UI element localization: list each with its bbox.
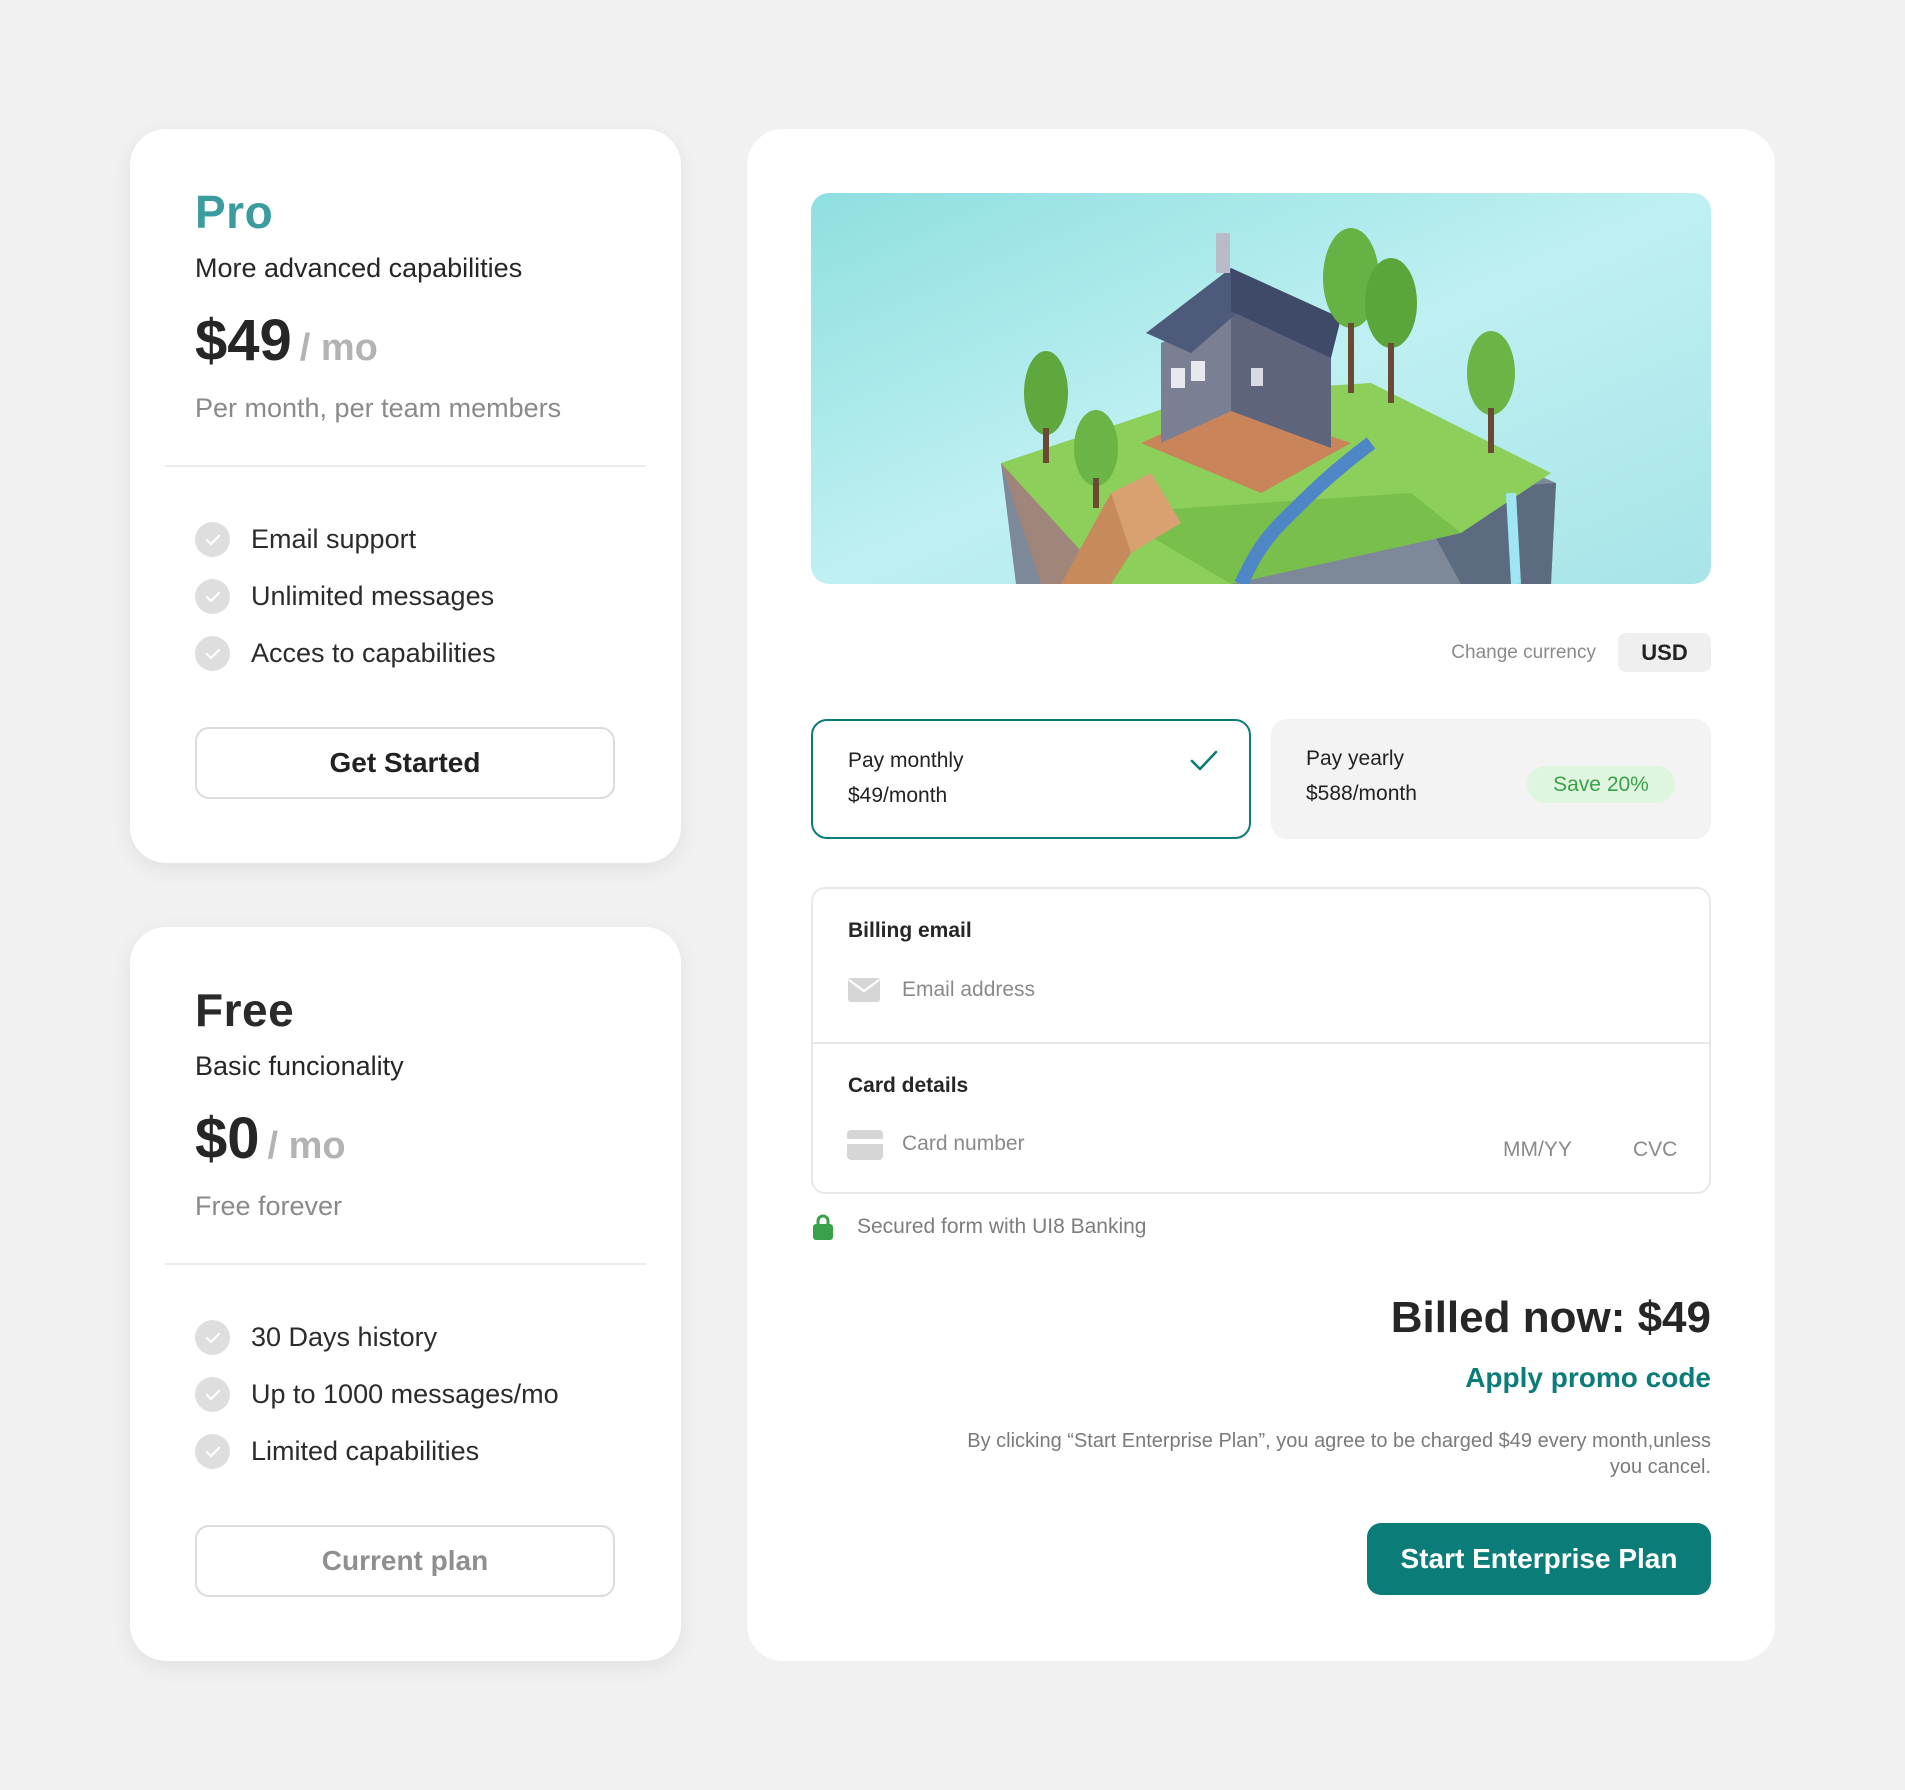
plan-name: Pro — [195, 186, 274, 238]
feature-item: Limited capabilities — [195, 1423, 559, 1480]
plan-tagline: Basic funcionality — [195, 1051, 404, 1081]
price-amount: $0 — [195, 1106, 260, 1171]
card-number-field[interactable] — [902, 1129, 1442, 1159]
billed-now-total: Billed now: $49 — [1390, 1293, 1711, 1342]
plan-note: Per month, per team members — [195, 393, 562, 423]
price-amount: $49 — [195, 308, 292, 373]
feature-item: Email support — [195, 511, 496, 568]
expiry-field[interactable] — [1503, 1135, 1593, 1165]
feature-label: Limited capabilities — [251, 1436, 480, 1466]
feature-item: Up to 1000 messages/mo — [195, 1366, 559, 1423]
pay-option-title: Pay yearly — [1306, 747, 1405, 770]
envelope-icon — [848, 978, 880, 1002]
hero-image — [811, 193, 1711, 584]
pay-yearly-option[interactable]: Pay yearly $588/month Save 20% — [1271, 719, 1711, 839]
feature-list: Email support Unlimited messages Acces t… — [195, 511, 496, 682]
check-circle-icon — [195, 636, 230, 671]
card-details-label: Card details — [848, 1074, 969, 1097]
checkout-panel: Change currency USD Pay monthly $49/mont… — [747, 129, 1775, 1661]
divider — [165, 465, 646, 467]
secure-notice: Secured form with UI8 Banking — [813, 1214, 1146, 1240]
plan-tagline: More advanced capabilities — [195, 253, 523, 283]
check-circle-icon — [195, 579, 230, 614]
currency-select[interactable]: USD — [1618, 633, 1711, 672]
pay-option-title: Pay monthly — [848, 749, 964, 772]
plan-name: Free — [195, 984, 295, 1036]
price-period: / mo — [267, 1125, 346, 1167]
billing-email-label: Billing email — [848, 919, 972, 942]
feature-item: Unlimited messages — [195, 568, 496, 625]
secure-text: Secured form with UI8 Banking — [857, 1215, 1147, 1238]
feature-label: Acces to capabilities — [251, 638, 496, 668]
plan-note: Free forever — [195, 1191, 343, 1221]
check-circle-icon — [195, 1377, 230, 1412]
current-plan-button[interactable]: Current plan — [195, 1525, 615, 1597]
check-circle-icon — [195, 1320, 230, 1355]
plan-price: $0/ mo — [195, 1105, 346, 1172]
feature-list: 30 Days history Up to 1000 messages/mo L… — [195, 1309, 559, 1480]
billing-form: Billing email Card details — [811, 887, 1711, 1194]
terms-text: By clicking “Start Enterprise Plan”, you… — [967, 1430, 1711, 1478]
apply-promo-code-link[interactable]: Apply promo code — [1465, 1362, 1711, 1394]
start-enterprise-plan-button[interactable]: Start Enterprise Plan — [1367, 1523, 1711, 1595]
save-badge: Save 20% — [1527, 766, 1675, 803]
check-circle-icon — [195, 1434, 230, 1469]
email-field[interactable] — [902, 975, 1662, 1005]
lock-icon — [813, 1214, 833, 1240]
plan-price: $49/ mo — [195, 307, 378, 374]
feature-label: Up to 1000 messages/mo — [251, 1379, 559, 1409]
checkmark-icon — [1190, 750, 1218, 771]
divider — [165, 1263, 646, 1265]
pro-plan-card: Pro More advanced capabilities $49/ mo P… — [130, 129, 681, 863]
credit-card-icon — [847, 1130, 883, 1160]
currency-row: Change currency USD — [1451, 633, 1711, 672]
isometric-house-illustration — [811, 193, 1711, 584]
feature-item: 30 Days history — [195, 1309, 559, 1366]
pay-option-amount: $588/month — [1306, 782, 1417, 805]
feature-item: Acces to capabilities — [195, 625, 496, 682]
free-plan-card: Free Basic funcionality $0/ mo Free fore… — [130, 927, 681, 1661]
pay-monthly-option[interactable]: Pay monthly $49/month — [811, 719, 1251, 839]
check-circle-icon — [195, 522, 230, 557]
cvc-field[interactable] — [1633, 1135, 1683, 1165]
pay-option-amount: $49/month — [848, 784, 948, 807]
get-started-button[interactable]: Get Started — [195, 727, 615, 799]
divider — [813, 1042, 1709, 1044]
change-currency-label: Change currency — [1451, 641, 1596, 663]
feature-label: Unlimited messages — [251, 581, 495, 611]
feature-label: 30 Days history — [251, 1322, 438, 1352]
feature-label: Email support — [251, 524, 417, 554]
price-period: / mo — [299, 327, 378, 369]
